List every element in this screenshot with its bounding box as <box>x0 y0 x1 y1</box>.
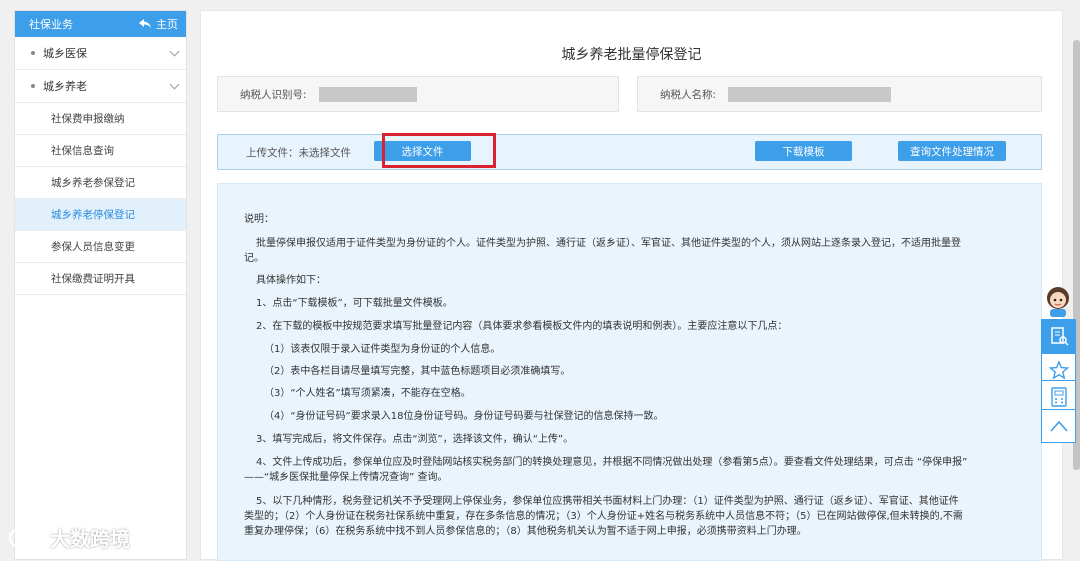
sidebar-item-suspension[interactable]: 城乡养老停保登记 <box>15 199 186 231</box>
sidebar-item-label: 参保人员信息变更 <box>51 241 135 253</box>
back-to-top-button[interactable] <box>1041 409 1076 443</box>
sidebar-title: 社保业务 <box>29 18 73 31</box>
chevron-down-icon <box>169 79 180 89</box>
chevron-down-icon <box>169 46 180 56</box>
taxpayer-id-label: 纳税人识别号: <box>240 88 307 101</box>
sidebar-item-payment-certificate[interactable]: 社保缴费证明开具 <box>15 263 186 295</box>
taxpayer-name-field: 纳税人名称: <box>637 76 1042 112</box>
instruction-line: 5、以下几种情形，税务登记机关不予受理网上停保业务，参保单位应携带相关书面材料上… <box>256 496 959 507</box>
sidebar-item-enrollment[interactable]: 城乡养老参保登记 <box>15 167 186 199</box>
home-link[interactable]: 主页 <box>139 16 178 32</box>
sidebar-item-info-query[interactable]: 社保信息查询 <box>15 135 186 167</box>
sidebar-group-medical[interactable]: 城乡医保 <box>15 37 186 70</box>
page-title: 城乡养老批量停保登记 <box>561 47 702 63</box>
assistant-avatar-icon[interactable] <box>1042 283 1074 317</box>
chevron-up-icon <box>1049 420 1068 432</box>
sidebar-group-label: 城乡医保 <box>43 47 87 60</box>
instruction-line: ——“城乡医保批量停保上传情况查询” 查询。 <box>244 472 448 483</box>
star-icon <box>1048 360 1069 380</box>
query-status-button[interactable]: 查询文件处理情况 <box>898 141 1006 161</box>
instruction-line: 说明： <box>244 214 274 225</box>
sidebar-item-label: 社保缴费证明开具 <box>51 273 135 285</box>
instruction-line: 批量停保申报仅适用于证件类型为身份证的个人。证件类型为护照、通行证（返乡证）、军… <box>256 238 961 249</box>
instruction-line: 3、填写完成后，将文件保存。点击“浏览”，选择该文件，确认“上传”。 <box>256 434 574 445</box>
watermark: 大数跨境 <box>8 523 130 552</box>
instruction-line: （4）“身份证号码”要求录入18位身份证号码。身份证号码要与社保登记的信息保持一… <box>264 411 664 422</box>
sidebar: 社保业务 主页 城乡医保 城乡养老 社保费申报缴纳 社保信息查询 城乡养老参保登… <box>14 10 187 560</box>
instruction-line: 记。 <box>244 253 264 264</box>
main-panel: 城乡养老批量停保登记 纳税人识别号: 纳税人名称: 上传文件：未选择文件 选择文… <box>200 10 1063 561</box>
instruction-line: （1）该表仅限于录入证件类型为身份证的个人信息。 <box>264 344 501 355</box>
sidebar-group-label: 城乡养老 <box>43 80 87 93</box>
sidebar-item-fee-payment[interactable]: 社保费申报缴纳 <box>15 103 186 135</box>
home-label: 主页 <box>156 18 178 31</box>
back-arrow-icon <box>139 19 151 28</box>
upload-file-label: 上传文件：未选择文件 <box>246 147 351 159</box>
instruction-line: 类型的；（2）个人身份证在税务社保系统中重复，存在多条信息的情况；（3）个人身份… <box>244 511 963 522</box>
document-search-icon <box>1050 327 1069 346</box>
sidebar-item-label: 社保信息查询 <box>51 145 114 157</box>
highlight-box <box>382 133 496 168</box>
sidebar-header: 社保业务 主页 <box>15 11 186 37</box>
instructions-panel: 说明： 批量停保申报仅适用于证件类型为身份证的个人。证件类型为护照、通行证（返乡… <box>217 183 1042 561</box>
instruction-line: （2）表中各栏目请尽量填写完整，其中蓝色标题项目必须准确填写。 <box>264 366 571 377</box>
instruction-line: 1、点击“下载模板”，可下载批量文件模板。 <box>256 298 453 309</box>
watermark-text: 大数跨境 <box>50 527 130 551</box>
calculator-icon <box>1050 387 1067 407</box>
consult-button[interactable] <box>1041 319 1076 353</box>
taxpayer-id-field: 纳税人识别号: <box>217 76 619 112</box>
bullet-icon <box>31 84 35 88</box>
instruction-line: （3）“个人姓名”填写须紧凑，不能存在空格。 <box>264 388 471 399</box>
bullet-icon <box>31 51 35 55</box>
download-template-button[interactable]: 下载模板 <box>755 141 852 161</box>
sidebar-group-pension[interactable]: 城乡养老 <box>15 70 186 103</box>
taxpayer-name-label: 纳税人名称: <box>660 88 717 101</box>
instruction-line: 重复办理停保；（6）在税务系统中找不到人员参保信息的；（8）其他税务机关认为暂不… <box>244 526 807 537</box>
instruction-line: 4、文件上传成功后，参保单位应及时登陆网站核实税务部门的转换处理意见，并根据不同… <box>256 457 968 468</box>
sidebar-item-info-change[interactable]: 参保人员信息变更 <box>15 231 186 263</box>
sidebar-item-label: 城乡养老参保登记 <box>51 177 135 189</box>
taxpayer-id-value <box>318 86 417 102</box>
upload-bar: 上传文件：未选择文件 选择文件 下载模板 查询文件处理情况 <box>217 133 1042 170</box>
watermark-logo-icon <box>8 528 43 547</box>
instruction-line: 2、在下载的模板中按规范要求填写批量登记内容（具体要求参看模板文件内的填表说明和… <box>256 321 788 332</box>
sidebar-item-label: 城乡养老停保登记 <box>51 209 135 221</box>
instruction-line: 具体操作如下： <box>256 275 326 286</box>
taxpayer-name-value <box>728 86 892 102</box>
sidebar-item-label: 社保费申报缴纳 <box>51 113 125 125</box>
